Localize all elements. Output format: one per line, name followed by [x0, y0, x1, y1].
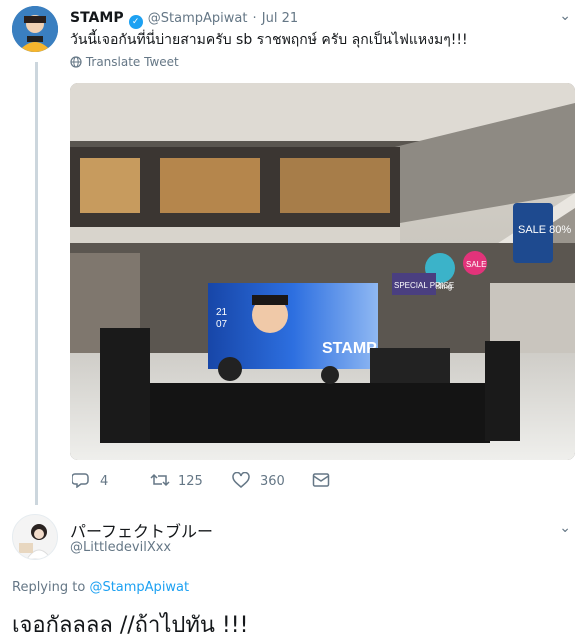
globe-icon — [70, 55, 86, 69]
translate-tweet-link[interactable]: Translate Tweet — [70, 55, 179, 69]
reply-count: 4 — [100, 474, 109, 489]
like-button[interactable]: 360 — [232, 471, 285, 489]
photo-sign-special: SPECIAL PRICE — [394, 281, 454, 290]
photo-screen-title: STAMP — [322, 340, 377, 357]
reply-button[interactable]: 4 — [71, 472, 109, 489]
retweet-icon — [150, 472, 170, 489]
tweet-text: วันนี้เจอกันที่นี่บ่ายสามครับ sb ราชพฤกษ… — [70, 32, 468, 48]
photo-sign-sale: SALE — [466, 260, 486, 269]
reply-author-avatar[interactable] — [12, 514, 58, 560]
retweet-button[interactable]: 125 — [150, 472, 203, 489]
header-separator: · — [252, 11, 257, 26]
like-icon — [232, 471, 250, 489]
tweet-photo[interactable]: SALE 80% SALE Best Selling SPECIAL PRICE… — [70, 83, 575, 460]
dm-button[interactable] — [312, 472, 340, 489]
reply-icon — [71, 472, 90, 489]
replying-to-link[interactable]: @StampApiwat — [89, 580, 189, 595]
photo-screen-day: 21 — [216, 307, 228, 318]
verified-icon: ✓ — [128, 15, 143, 29]
tweet-actions: 4 125 360 — [71, 471, 372, 494]
author-handle[interactable]: @StampApiwat — [148, 11, 248, 26]
reply-author-handle[interactable]: @LittledevilXxx — [70, 540, 171, 555]
thread-line — [35, 62, 38, 505]
tweet-header: STAMP ✓ @StampApiwat · Jul 21 — [70, 7, 298, 29]
tweet-date[interactable]: Jul 21 — [262, 11, 298, 26]
translate-label: Translate Tweet — [85, 55, 179, 69]
author-avatar[interactable] — [12, 6, 58, 52]
author-name[interactable]: STAMP — [70, 10, 124, 26]
retweet-count: 125 — [178, 474, 203, 489]
photo-sign-sale80: SALE 80% — [518, 224, 571, 236]
replying-to-line: Replying to @StampApiwat — [12, 580, 189, 595]
replying-prefix: Replying to — [12, 580, 86, 595]
dm-icon — [312, 472, 330, 489]
reply-text: เจอกัลลลล //ถ้าไปทัน !!! — [12, 613, 249, 638]
like-count: 360 — [260, 474, 285, 489]
photo-screen-month: 07 — [216, 319, 228, 330]
reply-author-name[interactable]: パーフェクトブルー — [70, 518, 213, 542]
reply-chevron-down-icon[interactable]: ⌄ — [559, 520, 571, 536]
chevron-down-icon[interactable]: ⌄ — [559, 8, 571, 24]
